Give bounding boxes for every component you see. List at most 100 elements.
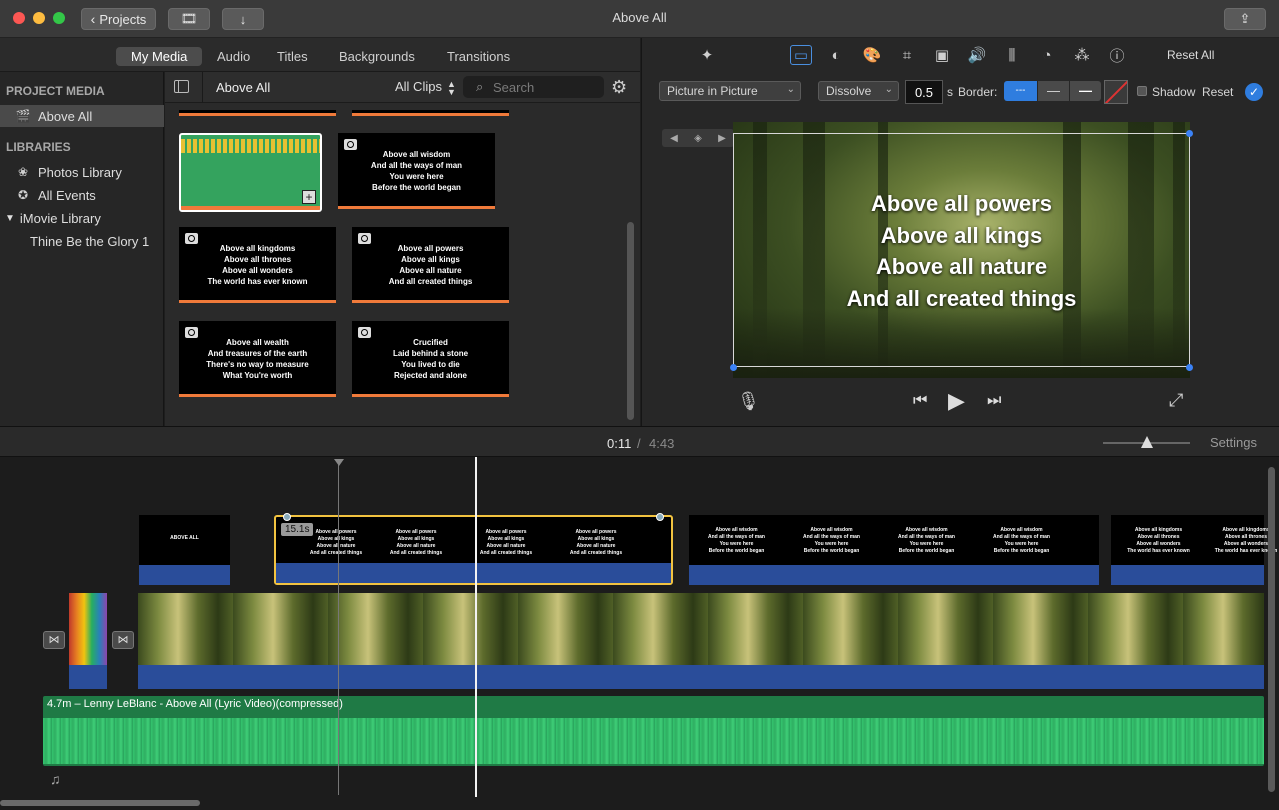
shadow-checkbox[interactable] <box>1137 86 1147 96</box>
speedometer-icon[interactable]: ◔ <box>1036 45 1058 65</box>
selected-title-clip[interactable]: Above all powers Above all kings Above a… <box>274 513 673 585</box>
music-note-icon: ♫ <box>50 771 61 787</box>
apply-checkmark-icon[interactable]: ✓ <box>1245 83 1263 101</box>
lyrics-overlay: Above all powers Above all kings Above a… <box>846 191 1077 311</box>
audio-clip[interactable]: 4.7m – Lenny LeBlanc - Above All (Lyric … <box>43 696 1264 766</box>
sidebar-item-event[interactable]: Thine Be the Glory 1 <box>0 230 164 252</box>
keyframe-prev-icon[interactable]: ◀ <box>670 133 678 144</box>
stabilization-camera-icon[interactable]: ▣ <box>931 45 953 65</box>
magic-wand-icon[interactable]: ✦ <box>696 45 718 65</box>
disclosure-triangle-icon[interactable]: ▼ <box>5 213 15 224</box>
tab-backgrounds[interactable]: Backgrounds <box>324 47 430 66</box>
border-thin-button[interactable]: — <box>1038 81 1069 101</box>
tab-titles[interactable]: Titles <box>262 47 323 66</box>
keyframe-next-icon[interactable]: ▶ <box>718 133 726 144</box>
tab-my-media[interactable]: My Media <box>116 47 203 66</box>
background-video-clip[interactable] <box>138 593 1264 689</box>
timeline-horizontal-scrollbar[interactable] <box>0 800 200 806</box>
border-color-well[interactable] <box>1104 80 1128 104</box>
preview-canvas[interactable]: Above all powers Above all kings Above a… <box>730 122 1193 378</box>
fade-handle[interactable] <box>283 513 291 521</box>
media-tabs: My Media Audio Titles Backgrounds Transi… <box>0 38 640 72</box>
clip-filter-icon[interactable]: ⁂ <box>1071 45 1093 65</box>
transition-icon[interactable]: ⋈ <box>112 631 134 649</box>
border-dashed-button[interactable]: --- <box>1004 81 1037 101</box>
media-browser: Above All All Clips ▲ ▼ ⌕ Search ⚙ + Abov… <box>165 72 640 426</box>
title-clip[interactable]: Above all wisdom And all the ways of man… <box>689 515 1099 585</box>
audio-clip-label: 4.7m – Lenny LeBlanc - Above All (Lyric … <box>47 698 343 710</box>
thumbnail-partial[interactable] <box>352 110 509 116</box>
thumbnail-clip[interactable]: Above all wealth And treasures of the ea… <box>179 321 336 397</box>
zoom-slider-thumb[interactable] <box>1141 436 1153 448</box>
timeline-toolbar: 0:11 / 4:43 Settings <box>0 426 1279 457</box>
thumbnail-clip[interactable]: Above all wisdom And all the ways of man… <box>338 133 495 209</box>
sidebar-item-imovie-library[interactable]: ▼ iMovie Library <box>0 207 164 229</box>
color-palette-icon[interactable]: 🎨 <box>861 45 883 65</box>
resize-handle[interactable] <box>1186 130 1193 137</box>
keyframe-add-icon[interactable]: ◈ <box>694 133 702 144</box>
clapper-icon: 🎬 <box>15 109 31 123</box>
equalizer-icon[interactable]: ⫼ <box>1001 45 1023 65</box>
duration-unit: s <box>947 85 953 99</box>
timeline: ABOVE ALL Above all powers Above all kin… <box>0 457 1279 810</box>
info-icon[interactable]: ⓘ <box>1106 45 1128 65</box>
browser-project-name: Above All <box>216 80 271 95</box>
overlay-mode-select[interactable]: Picture in Picture ⌄ <box>659 81 801 101</box>
microphone-icon[interactable]: 🎙 <box>737 391 760 412</box>
thumbnail-clip[interactable]: Crucified Laid behind a stone You lived … <box>352 321 509 397</box>
keyframe-controls[interactable]: ◀ ◈ ▶ <box>662 129 734 147</box>
gear-icon[interactable]: ⚙ <box>611 77 627 98</box>
logo-clip[interactable] <box>69 593 107 689</box>
photos-flower-icon: ❀ <box>17 165 29 179</box>
transition-icon[interactable]: ⋈ <box>43 631 65 649</box>
skip-forward-icon[interactable]: ⏭ <box>987 392 1001 410</box>
shadow-label: Shadow <box>1152 85 1196 99</box>
reset-button[interactable]: Reset <box>1202 85 1233 99</box>
border-thick-button[interactable]: — <box>1070 81 1101 101</box>
skimmer-head[interactable] <box>334 459 344 466</box>
play-icon[interactable]: ▶ <box>948 388 965 414</box>
reset-all-button[interactable]: Reset All <box>1167 48 1214 62</box>
timeline-vertical-scrollbar[interactable] <box>1268 467 1275 792</box>
video-overlay-icon[interactable]: ▭ <box>790 45 812 65</box>
chevron-down-icon: ⌄ <box>884 84 893 95</box>
color-balance-icon[interactable]: ◐ <box>825 45 847 65</box>
resize-handle[interactable] <box>730 364 737 371</box>
resize-handle[interactable] <box>1186 364 1193 371</box>
duration-input[interactable]: 0.5 <box>905 80 943 104</box>
sidebar-toggle-icon[interactable] <box>174 80 189 93</box>
star-box-icon: ✪ <box>17 188 29 202</box>
viewer-panel: ✦ ▭ ◐ 🎨 ⌗ ▣ 🔊 ⫼ ◔ ⁂ ⓘ Reset All Picture … <box>641 38 1279 426</box>
sidebar-item-all-events[interactable]: ✪ All Events <box>0 184 164 206</box>
playhead[interactable] <box>475 457 477 797</box>
current-time: 0:11 <box>607 436 632 451</box>
tab-transitions[interactable]: Transitions <box>432 47 525 66</box>
time-separator: / <box>637 436 641 451</box>
sidebar-item-photos-library[interactable]: ❀ Photos Library <box>0 161 164 183</box>
fade-handle[interactable] <box>656 513 664 521</box>
thumbnail-partial[interactable] <box>179 110 336 116</box>
total-time: 4:43 <box>649 436 675 451</box>
window-title: Above All <box>612 10 667 25</box>
transition-select[interactable]: Dissolve ⌄ <box>818 81 899 101</box>
search-input[interactable]: ⌕ Search <box>463 76 604 98</box>
skip-back-icon[interactable]: ⏮ <box>913 392 927 410</box>
sidebar-item-above-all[interactable]: 🎬 Above All <box>0 105 164 127</box>
audio-thumbnail[interactable]: + <box>179 133 322 212</box>
search-icon: ⌕ <box>476 79 484 94</box>
tab-audio[interactable]: Audio <box>202 47 265 66</box>
thumbnail-clip[interactable]: Above all powers Above all kings Above a… <box>352 227 509 303</box>
thumbnail-clip[interactable]: Above all kingdoms Above all thrones Abo… <box>179 227 336 303</box>
browser-toolbar: Above All All Clips ▲ ▼ ⌕ Search ⚙ <box>165 72 640 103</box>
share-button[interactable]: ⇪ <box>1224 8 1266 30</box>
title-clip[interactable]: Above all kingdoms Above all thrones Abo… <box>1111 515 1277 585</box>
clip-filter-select[interactable]: All Clips ▲ ▼ <box>395 79 456 97</box>
volume-icon[interactable]: 🔊 <box>966 45 988 65</box>
crop-icon[interactable]: ⌗ <box>896 45 918 65</box>
fullscreen-icon[interactable]: ⤢ <box>1169 390 1183 411</box>
settings-button[interactable]: Settings <box>1210 435 1257 450</box>
add-clip-icon[interactable]: + <box>302 190 316 204</box>
browser-scrollbar[interactable] <box>627 222 634 420</box>
up-down-chevron-icon: ▲ ▼ <box>446 79 456 97</box>
title-clip[interactable]: ABOVE ALL <box>139 515 230 585</box>
